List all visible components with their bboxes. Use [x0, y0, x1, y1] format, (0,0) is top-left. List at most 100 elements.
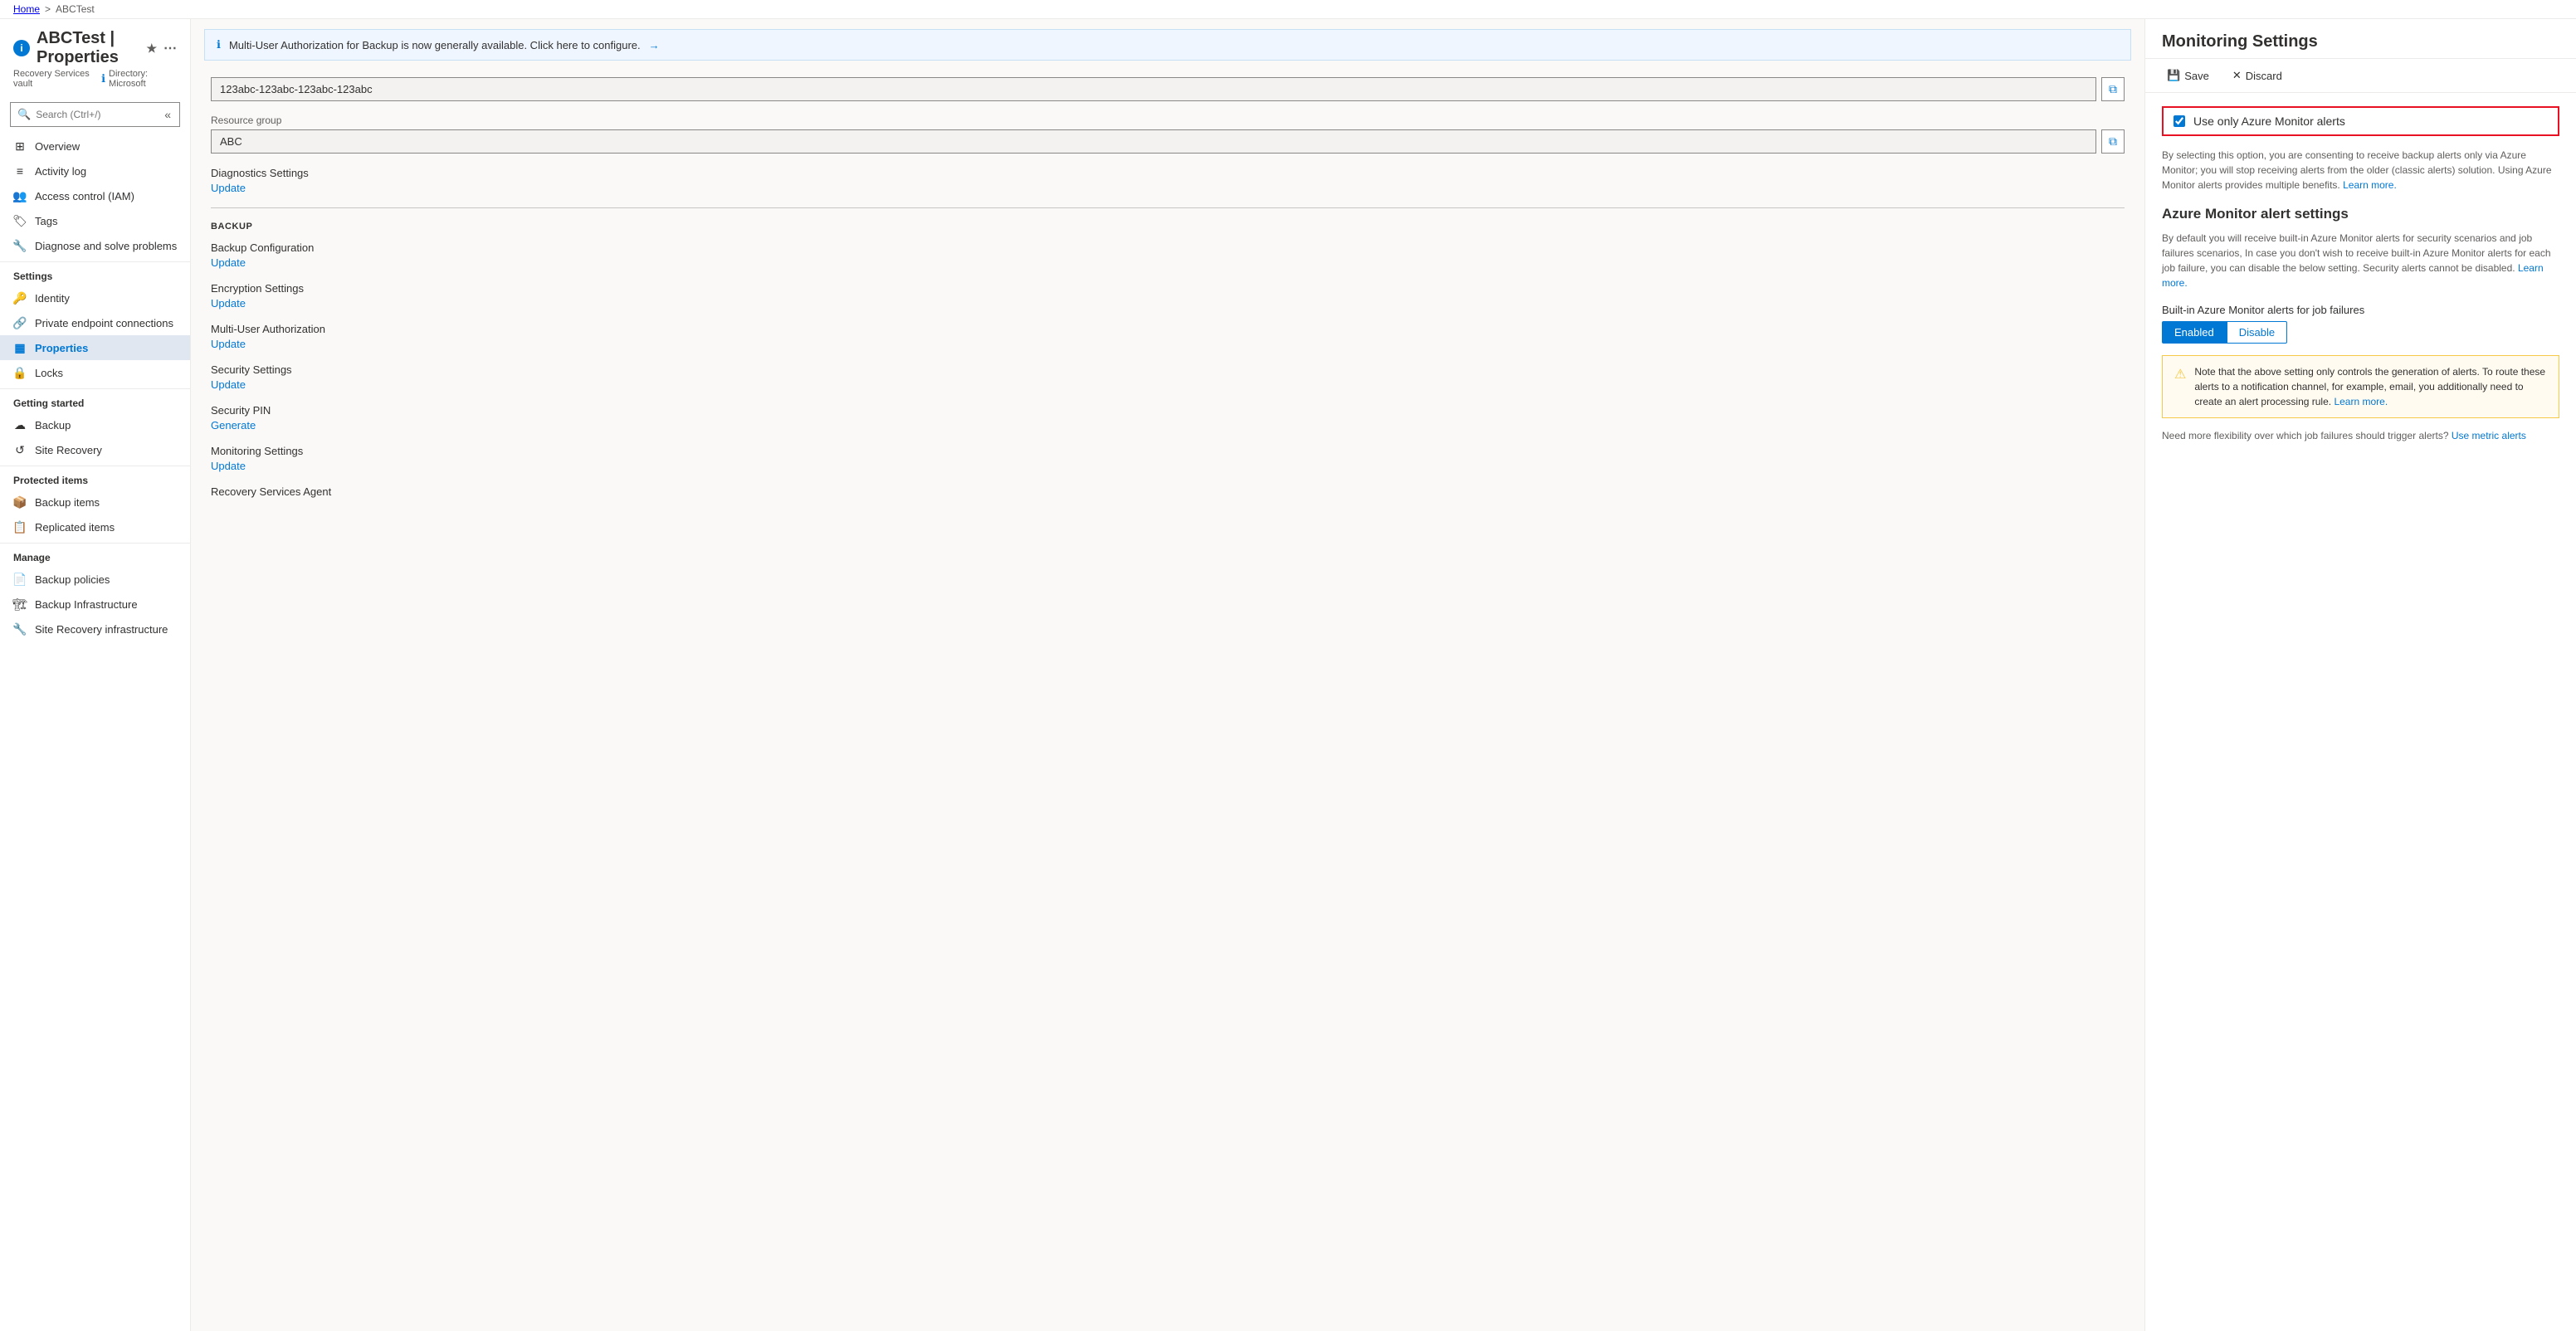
multi-user-label: Multi-User Authorization [211, 323, 2125, 335]
copy-resource-id-button[interactable]: ⧉ [2101, 77, 2125, 101]
protected-items-section-label: Protected items [0, 466, 190, 490]
notification-text: Multi-User Authorization for Backup is n… [229, 39, 641, 51]
multi-user-link[interactable]: Update [211, 338, 246, 350]
discard-icon: ✕ [2232, 69, 2242, 82]
discard-button[interactable]: ✕ Discard [2227, 66, 2287, 85]
toggle-enabled-button[interactable]: Enabled [2162, 321, 2227, 344]
use-azure-monitor-option[interactable]: Use only Azure Monitor alerts [2162, 106, 2559, 136]
site-recovery-infrastructure-icon: 🔧 [13, 622, 27, 636]
sidebar-title: i ABCTest | Properties ★ ⋯ [13, 29, 177, 67]
monitoring-link[interactable]: Update [211, 460, 246, 472]
right-panel-title: Monitoring Settings [2162, 32, 2559, 51]
toggle-group: Enabled Disable [2162, 321, 2559, 344]
sidebar-header: i ABCTest | Properties ★ ⋯ Recovery Serv… [0, 19, 190, 95]
backup-config-link[interactable]: Update [211, 256, 246, 269]
notification-bar[interactable]: ℹ Multi-User Authorization for Backup is… [204, 29, 2131, 61]
diagnostics-update-link[interactable]: Update [211, 182, 246, 194]
breadcrumb-home[interactable]: Home [13, 3, 40, 15]
sidebar-item-backup-items[interactable]: 📦 Backup items [0, 490, 190, 514]
resource-group-group: Resource group ABC ⧉ [211, 115, 2125, 154]
learn-more-1-link[interactable]: Learn more. [2343, 179, 2397, 191]
sidebar-subtitle: Recovery Services vault ℹ Directory: Mic… [13, 69, 177, 89]
right-panel-header: Monitoring Settings [2145, 19, 2576, 59]
right-panel: Monitoring Settings 💾 Save ✕ Discard Use… [2144, 19, 2576, 1331]
description-2: By default you will receive built-in Azu… [2162, 231, 2559, 290]
properties-icon: ▦ [13, 341, 27, 354]
save-icon: 💾 [2167, 69, 2180, 82]
access-control-icon: 👥 [13, 189, 27, 202]
encryption-label: Encryption Settings [211, 282, 2125, 295]
sidebar-item-tags[interactable]: 🏷 Tags [0, 208, 190, 233]
section-divider-1 [211, 207, 2125, 208]
sidebar-item-access-control[interactable]: 👥 Access control (IAM) [0, 183, 190, 208]
toggle-row: Built-in Azure Monitor alerts for job fa… [2162, 304, 2559, 344]
sidebar-item-private-endpoint[interactable]: 🔗 Private endpoint connections [0, 310, 190, 335]
main-panel: ℹ Multi-User Authorization for Backup is… [191, 19, 2144, 1331]
backup-policies-icon: 📄 [13, 573, 27, 586]
notification-link[interactable]: → [649, 39, 660, 51]
backup-infrastructure-icon: 🏗 [13, 597, 27, 611]
security-pin-link[interactable]: Generate [211, 419, 256, 431]
description-1: By selecting this option, you are consen… [2162, 148, 2559, 193]
getting-started-section-label: Getting started [0, 388, 190, 412]
warning-icon: ⚠ [2174, 365, 2186, 409]
backup-section-heading: BACKUP [211, 222, 2125, 232]
toggle-label: Built-in Azure Monitor alerts for job fa… [2162, 304, 2559, 316]
activity-log-icon: ≡ [13, 164, 27, 178]
sidebar-item-locks[interactable]: 🔒 Locks [0, 360, 190, 385]
breadcrumb-current: ABCTest [56, 3, 95, 15]
sidebar-item-activity-log[interactable]: ≡ Activity log [0, 158, 190, 183]
sidebar-item-replicated-items[interactable]: 📋 Replicated items [0, 514, 190, 539]
azure-monitor-label: Use only Azure Monitor alerts [2193, 115, 2345, 128]
private-endpoint-icon: 🔗 [13, 316, 27, 329]
settings-section-label: Settings [0, 261, 190, 285]
learn-more-warning-link[interactable]: Learn more. [2334, 396, 2388, 407]
more-options-icon[interactable]: ⋯ [163, 40, 177, 56]
site-recovery-icon: ↺ [13, 443, 27, 456]
sidebar-item-backup-infrastructure[interactable]: 🏗 Backup Infrastructure [0, 592, 190, 617]
azure-monitor-checkbox[interactable] [2174, 115, 2185, 127]
security-pin-label: Security PIN [211, 404, 2125, 417]
app-icon: i [13, 40, 30, 56]
sidebar-item-backup[interactable]: ☁ Backup [0, 412, 190, 437]
search-input[interactable] [36, 109, 158, 120]
encryption-link[interactable]: Update [211, 297, 246, 310]
properties-content: 123abc-123abc-123abc-123abc ⧉ Resource g… [191, 71, 2144, 531]
sidebar-item-overview[interactable]: ⊞ Overview [0, 134, 190, 158]
recovery-agent-row: Recovery Services Agent [211, 485, 2125, 498]
overview-icon: ⊞ [13, 139, 27, 153]
manage-section-label: Manage [0, 543, 190, 567]
monitoring-label: Monitoring Settings [211, 445, 2125, 457]
sidebar-item-site-recovery[interactable]: ↺ Site Recovery [0, 437, 190, 462]
security-settings-link[interactable]: Update [211, 378, 246, 391]
identity-icon: 🔑 [13, 291, 27, 305]
diagnostics-row: Diagnostics Settings Update [211, 167, 2125, 194]
multi-user-row: Multi-User Authorization Update [211, 323, 2125, 350]
favorite-icon[interactable]: ★ [146, 41, 157, 56]
copy-resource-group-button[interactable]: ⧉ [2101, 129, 2125, 154]
sidebar-item-properties[interactable]: ▦ Properties [0, 335, 190, 360]
security-settings-label: Security Settings [211, 363, 2125, 376]
info-icon: ℹ [101, 72, 105, 85]
subsection-title: Azure Monitor alert settings [2162, 206, 2559, 222]
metric-alerts-link[interactable]: Use metric alerts [2452, 430, 2526, 441]
sidebar-item-site-recovery-infrastructure[interactable]: 🔧 Site Recovery infrastructure [0, 617, 190, 641]
sidebar-item-backup-policies[interactable]: 📄 Backup policies [0, 567, 190, 592]
resource-id-group: 123abc-123abc-123abc-123abc ⧉ [211, 77, 2125, 101]
replicated-items-icon: 📋 [13, 520, 27, 534]
sidebar-item-diagnose[interactable]: 🔧 Diagnose and solve problems [0, 233, 190, 258]
diagnostics-label: Diagnostics Settings [211, 167, 2125, 179]
collapse-button[interactable]: « [163, 106, 173, 123]
security-settings-row: Security Settings Update [211, 363, 2125, 391]
resource-group-value: ABC [211, 129, 2096, 154]
search-icon: 🔍 [17, 108, 31, 121]
sidebar-search-container[interactable]: 🔍 « [10, 102, 180, 127]
backup-icon: ☁ [13, 418, 27, 431]
toggle-disable-button[interactable]: Disable [2227, 321, 2287, 344]
breadcrumb: Home > ABCTest [0, 0, 2576, 19]
warning-box: ⚠ Note that the above setting only contr… [2162, 355, 2559, 418]
sidebar-item-identity[interactable]: 🔑 Identity [0, 285, 190, 310]
save-button[interactable]: 💾 Save [2162, 66, 2214, 85]
sidebar: i ABCTest | Properties ★ ⋯ Recovery Serv… [0, 19, 191, 1331]
resource-group-label: Resource group [211, 115, 2125, 126]
